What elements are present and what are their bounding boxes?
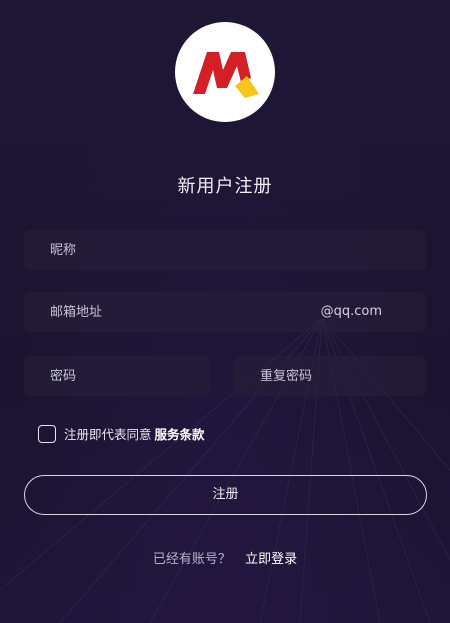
nickname-input[interactable] (24, 230, 426, 270)
confirm-password-input[interactable] (234, 356, 426, 396)
page-title: 新用户注册 (177, 176, 273, 197)
email-suffix: @qq.com (320, 304, 382, 319)
brand-logo (175, 22, 275, 122)
agreement-checkbox[interactable] (38, 424, 56, 443)
confirm-password-field[interactable] (234, 356, 426, 396)
password-input[interactable] (24, 356, 210, 396)
brand-logo-icon (193, 52, 259, 98)
login-row: 已经有账号？ 立即登录 (0, 548, 450, 567)
agreement-text: 注册即代表同意 (64, 427, 152, 442)
nickname-field[interactable] (24, 230, 426, 270)
password-field[interactable] (24, 356, 210, 396)
login-link[interactable]: 立即登录 (245, 552, 297, 567)
agreement-row: 注册即代表同意 服务条款 (38, 424, 205, 443)
login-question: 已经有账号？ (152, 552, 231, 567)
email-field[interactable]: @qq.com (24, 292, 426, 332)
terms-link[interactable]: 服务条款 (155, 424, 205, 443)
register-button[interactable]: 注册 (24, 475, 427, 515)
